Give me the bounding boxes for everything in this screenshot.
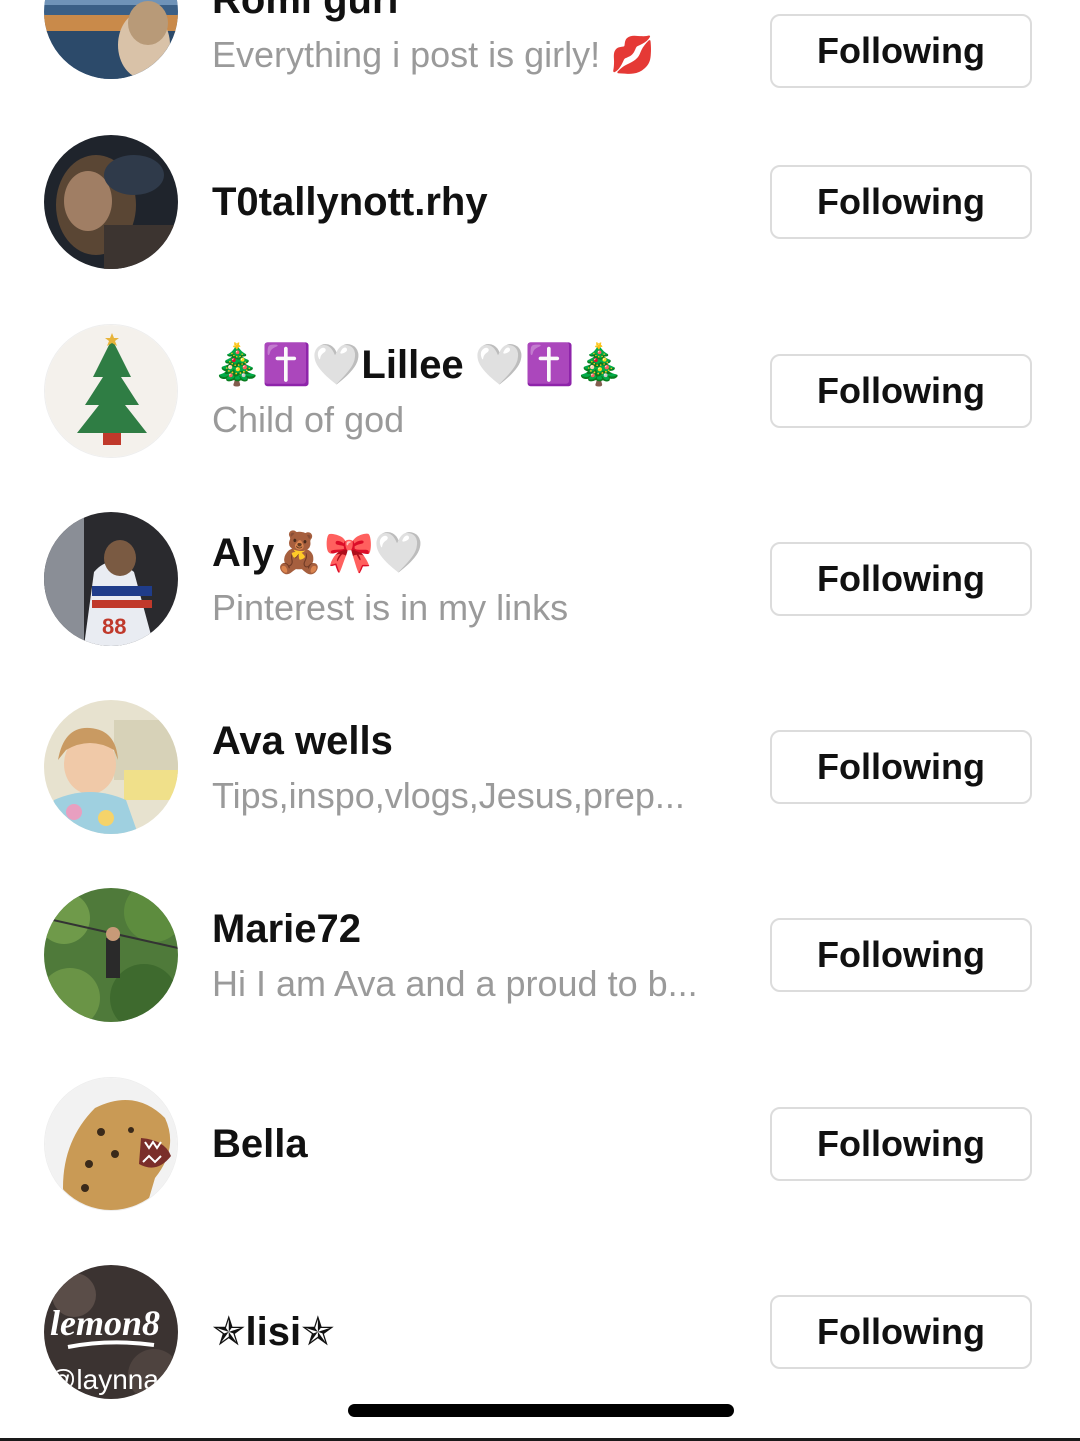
list-item[interactable]: Bella Following (0, 1050, 1080, 1238)
user-bio: Hi I am Ava and a proud to b... (212, 963, 698, 1004)
list-item[interactable]: T0tallynott.rhy Following (0, 108, 1080, 296)
avatar[interactable] (44, 700, 178, 834)
username[interactable]: Ava wells (212, 717, 752, 765)
username[interactable]: 🎄✝️🤍Lillee 🤍✝️🎄 (212, 341, 752, 389)
following-button[interactable]: Following (770, 1107, 1032, 1181)
lemon8-logo: lemon8 (50, 1303, 160, 1343)
username[interactable]: Romi gurl (212, 0, 752, 24)
avatar[interactable] (44, 1077, 178, 1211)
list-item[interactable]: 🎄✝️🤍Lillee 🤍✝️🎄 Child of god Following (0, 297, 1080, 485)
avatar[interactable]: lemon8 @laynna (44, 1265, 178, 1399)
username[interactable]: Bella (212, 1120, 752, 1168)
following-button[interactable]: Following (770, 730, 1032, 804)
list-item[interactable]: Marie72 Hi I am Ava and a proud to b... … (0, 861, 1080, 1049)
avatar[interactable] (44, 324, 178, 458)
home-indicator[interactable] (348, 1404, 734, 1417)
username[interactable]: ✯lisi✯ (212, 1308, 752, 1356)
username[interactable]: T0tallynott.rhy (212, 178, 752, 226)
list-item[interactable]: lemon8 @laynna ✯lisi✯ Following (0, 1238, 1080, 1426)
avatar[interactable] (44, 135, 178, 269)
following-button[interactable]: Following (770, 1295, 1032, 1369)
user-bio: Tips,inspo,vlogs,Jesus,prep... (212, 775, 685, 816)
following-button[interactable]: Following (770, 918, 1032, 992)
username[interactable]: Aly🧸🎀🤍 (212, 529, 752, 577)
svg-text:88: 88 (102, 614, 126, 639)
list-item[interactable]: 88 Aly🧸🎀🤍 Pinterest is in my links Follo… (0, 485, 1080, 673)
user-bio: Child of god (212, 399, 405, 440)
following-button[interactable]: Following (770, 542, 1032, 616)
user-bio: Everything i post is girly! 💋 (212, 34, 655, 75)
list-item[interactable]: Ava wells Tips,inspo,vlogs,Jesus,prep...… (0, 673, 1080, 861)
username[interactable]: Marie72 (212, 905, 752, 953)
avatar[interactable] (44, 0, 178, 79)
avatar-handle: @laynna (48, 1364, 159, 1395)
list-item[interactable]: Romi gurl Everything i post is girly! 💋 … (0, 0, 1080, 106)
avatar[interactable] (44, 888, 178, 1022)
following-button[interactable]: Following (770, 165, 1032, 239)
avatar[interactable]: 88 (44, 512, 178, 646)
user-bio: Pinterest is in my links (212, 587, 569, 628)
following-button[interactable]: Following (770, 14, 1032, 88)
following-button[interactable]: Following (770, 354, 1032, 428)
